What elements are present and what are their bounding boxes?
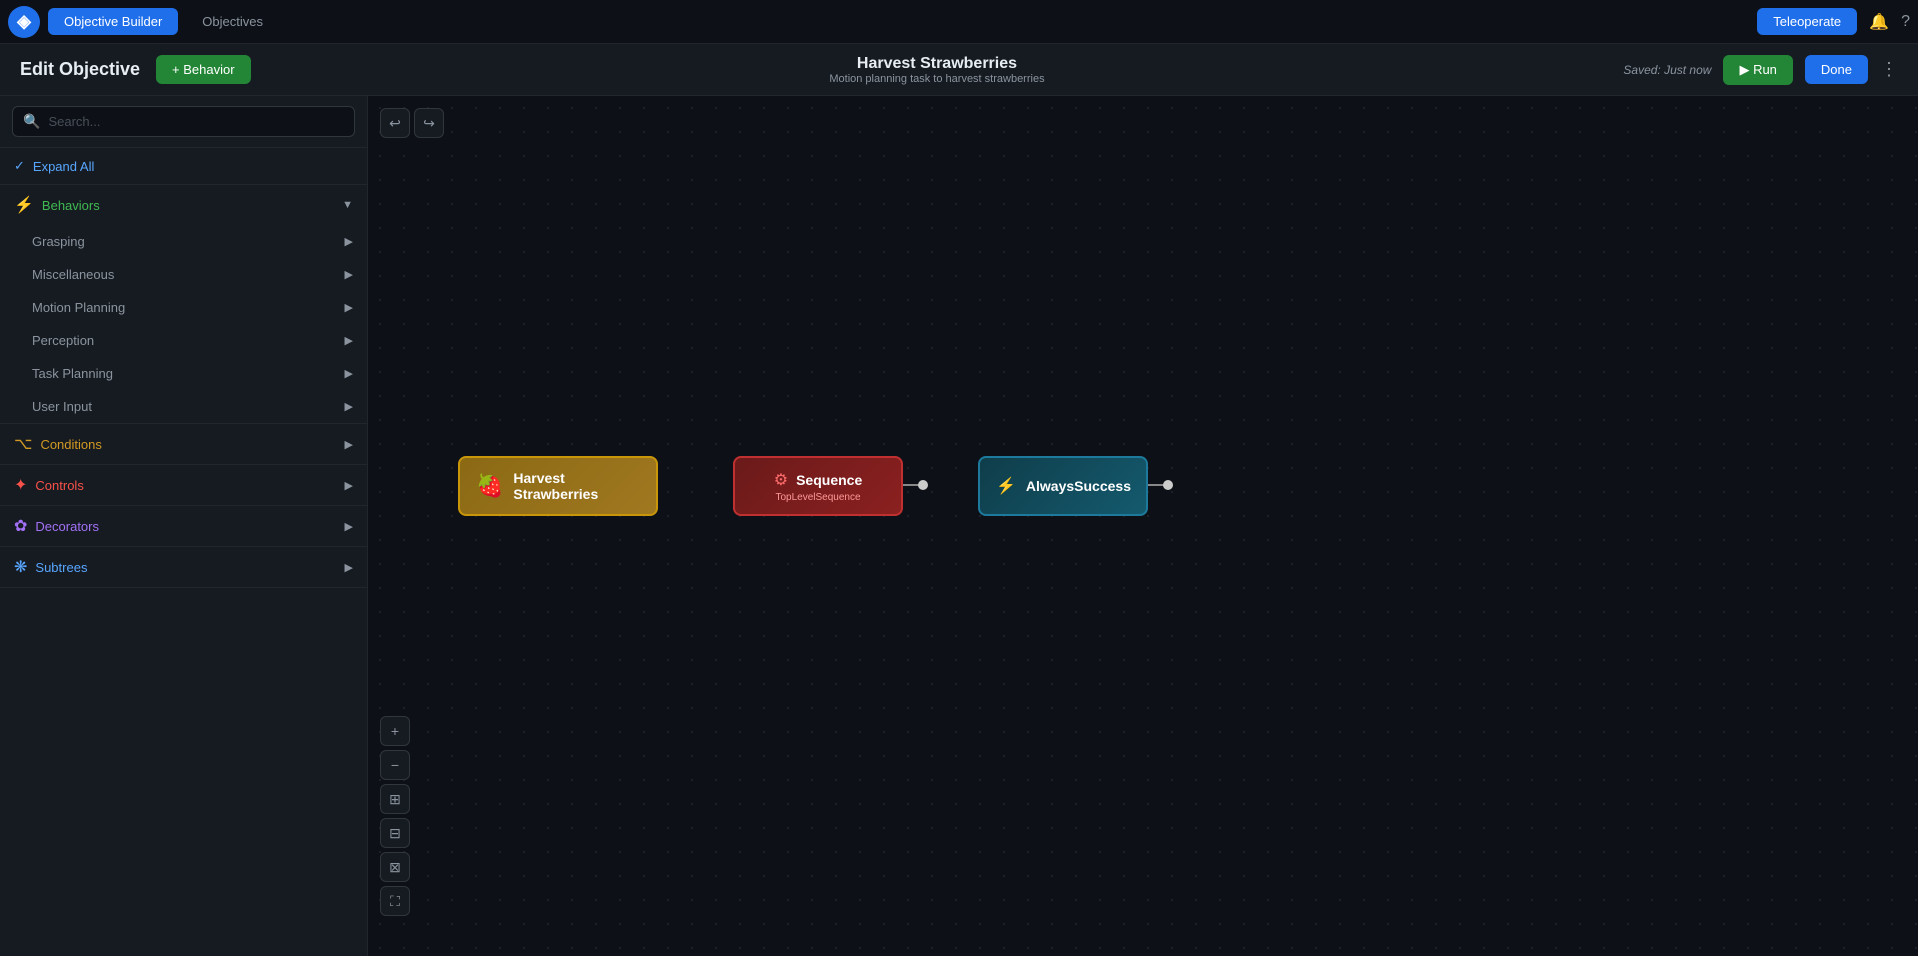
tab-objectives[interactable]: Objectives	[186, 8, 279, 35]
conditions-chevron-icon: ▶	[345, 438, 353, 451]
notification-icon[interactable]: 🔔	[1869, 12, 1889, 32]
grasping-chevron-icon: ▶	[345, 235, 353, 248]
fullscreen-button[interactable]: ⛶	[380, 886, 410, 916]
search-input[interactable]	[48, 114, 344, 129]
search-icon: 🔍	[23, 113, 40, 130]
tab-objective-builder[interactable]: Objective Builder	[48, 8, 178, 35]
help-icon[interactable]: ?	[1901, 13, 1910, 31]
subcategory-motion-planning[interactable]: Motion Planning ▶	[0, 291, 367, 324]
perception-chevron-icon: ▶	[345, 334, 353, 347]
objective-subtitle: Motion planning task to harvest strawber…	[267, 73, 1608, 85]
category-conditions: ⌥ Conditions ▶	[0, 424, 367, 465]
node-harvest-strawberries[interactable]: 🍓 Harvest Strawberries	[458, 456, 658, 516]
subcategory-grasping[interactable]: Grasping ▶	[0, 225, 367, 258]
app-logo: ◈	[8, 6, 40, 38]
zoom-in-button[interactable]: +	[380, 716, 410, 746]
zoom-out-button[interactable]: −	[380, 750, 410, 780]
search-input-wrap: 🔍	[12, 106, 355, 137]
subcategory-user-input[interactable]: User Input ▶	[0, 390, 367, 423]
objective-name: Harvest Strawberries	[267, 55, 1608, 73]
canvas-tools-bottom: + − ⊞ ⊟ ⊠ ⛶	[380, 716, 410, 916]
harvest-node-label: Harvest Strawberries	[513, 470, 640, 502]
subtrees-chevron-icon: ▶	[345, 561, 353, 574]
grid-view-button[interactable]: ⊠	[380, 852, 410, 882]
task-chevron-icon: ▶	[345, 367, 353, 380]
fit-view-button[interactable]: ⊞	[380, 784, 410, 814]
motion-chevron-icon: ▶	[345, 301, 353, 314]
connector-svg	[368, 96, 1918, 956]
collapse-view-button[interactable]: ⊟	[380, 818, 410, 848]
misc-chevron-icon: ▶	[345, 268, 353, 281]
sidebar: 🔍 ✓ Expand All ⚡ Behaviors ▼ Grasping ▶	[0, 96, 368, 956]
main-layout: 🔍 ✓ Expand All ⚡ Behaviors ▼ Grasping ▶	[0, 96, 1918, 956]
category-controls-header[interactable]: ✦ Controls ▶	[0, 465, 367, 505]
expand-all-label: Expand All	[33, 159, 94, 174]
category-subtrees-header[interactable]: ❋ Subtrees ▶	[0, 547, 367, 587]
canvas-area[interactable]: ↩ ↪ 🍓 Harvest Strawberries ⚙ Sequence	[368, 96, 1918, 956]
node-sequence[interactable]: ⚙ Sequence TopLevelSequence	[733, 456, 903, 516]
objective-title-area: Harvest Strawberries Motion planning tas…	[267, 55, 1608, 85]
nav-right: Teleoperate 🔔 ?	[1757, 8, 1910, 35]
category-behaviors: ⚡ Behaviors ▼ Grasping ▶ Miscellaneous ▶…	[0, 185, 367, 424]
subtrees-label: Subtrees	[35, 560, 87, 575]
done-button[interactable]: Done	[1805, 55, 1868, 84]
sequence-node-label: Sequence	[796, 472, 862, 488]
category-decorators-header[interactable]: ✿ Decorators ▶	[0, 506, 367, 546]
controls-chevron-icon: ▶	[345, 479, 353, 492]
category-controls: ✦ Controls ▶	[0, 465, 367, 506]
redo-button[interactable]: ↪	[414, 108, 444, 138]
expand-all-icon: ✓	[14, 158, 25, 174]
always-success-label: AlwaysSuccess	[1026, 478, 1131, 494]
search-box: 🔍	[0, 96, 367, 148]
category-decorators: ✿ Decorators ▶	[0, 506, 367, 547]
more-options-button[interactable]: ⋮	[1880, 59, 1898, 80]
decorators-label: Decorators	[35, 519, 99, 534]
subtrees-icon: ❋	[14, 557, 27, 577]
subcategory-perception[interactable]: Perception ▶	[0, 324, 367, 357]
category-subtrees: ❋ Subtrees ▶	[0, 547, 367, 588]
saved-status: Saved: Just now	[1623, 63, 1711, 77]
decorators-icon: ✿	[14, 516, 27, 536]
category-conditions-header[interactable]: ⌥ Conditions ▶	[0, 424, 367, 464]
run-button[interactable]: ▶ Run	[1723, 55, 1792, 85]
behaviors-label: Behaviors	[42, 198, 100, 213]
sequence-node-icon: ⚙	[774, 470, 788, 490]
teleoperate-button[interactable]: Teleoperate	[1757, 8, 1857, 35]
node-always-success[interactable]: ⚡ AlwaysSuccess	[978, 456, 1148, 516]
expand-all[interactable]: ✓ Expand All	[0, 148, 367, 185]
behaviors-chevron-icon: ▼	[342, 199, 353, 211]
top-nav: ◈ Objective Builder Objectives Teleopera…	[0, 0, 1918, 44]
edit-header: Edit Objective + Behavior Harvest Strawb…	[0, 44, 1918, 96]
subcategory-miscellaneous[interactable]: Miscellaneous ▶	[0, 258, 367, 291]
header-right: Saved: Just now ▶ Run Done ⋮	[1623, 55, 1898, 85]
always-success-icon: ⚡	[996, 476, 1016, 496]
user-input-chevron-icon: ▶	[345, 400, 353, 413]
decorators-chevron-icon: ▶	[345, 520, 353, 533]
category-behaviors-header[interactable]: ⚡ Behaviors ▼	[0, 185, 367, 225]
conditions-icon: ⌥	[14, 434, 32, 454]
conditions-label: Conditions	[40, 437, 101, 452]
subcategory-task-planning[interactable]: Task Planning ▶	[0, 357, 367, 390]
edit-objective-title: Edit Objective	[20, 59, 140, 80]
canvas-tools-top: ↩ ↪	[380, 108, 444, 138]
controls-label: Controls	[35, 478, 83, 493]
undo-button[interactable]: ↩	[380, 108, 410, 138]
harvest-node-icon: 🍓	[476, 473, 503, 499]
sequence-node-sublabel: TopLevelSequence	[775, 492, 860, 503]
add-behavior-button[interactable]: + Behavior	[156, 55, 251, 84]
behaviors-icon: ⚡	[14, 195, 34, 215]
controls-icon: ✦	[14, 475, 27, 495]
